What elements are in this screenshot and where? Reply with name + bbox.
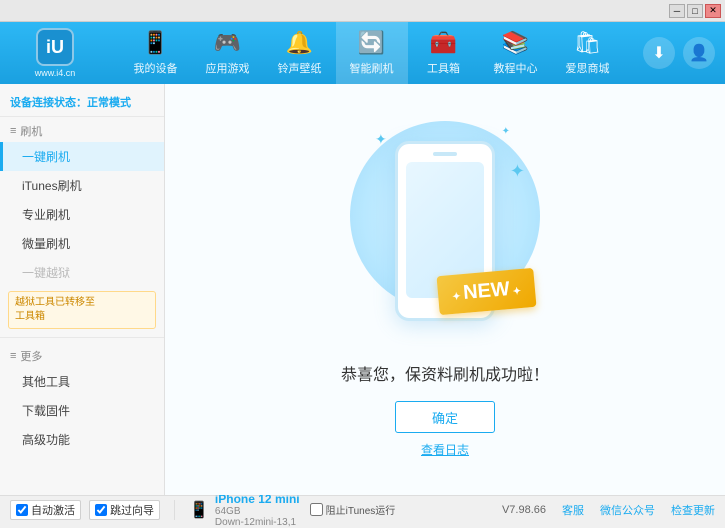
nav-item-shop[interactable]: 🛍 爱思商城 bbox=[552, 22, 624, 84]
section-flash-icon: ≡ bbox=[10, 125, 16, 137]
user-button[interactable]: 👤 bbox=[683, 37, 715, 69]
sidebar-item-itunes-flash[interactable]: iTunes刷机 bbox=[0, 171, 164, 200]
sidebar-item-advanced[interactable]: 高级功能 bbox=[0, 425, 164, 454]
nav-label-apps: 应用游戏 bbox=[206, 60, 250, 76]
nav-item-tutorials[interactable]: 📚 教程中心 bbox=[480, 22, 552, 84]
sidebar-divider bbox=[0, 337, 164, 338]
status-bar: 设备连接状态：正常模式 bbox=[0, 88, 164, 117]
sidebar: 设备连接状态：正常模式 ≡ 刷机 一键刷机 iTunes刷机 专业刷机 微量刷机… bbox=[0, 84, 165, 495]
shop-icon: 🛍 bbox=[574, 30, 602, 56]
device-storage: 64GB bbox=[215, 506, 300, 517]
logo-area: iU www.i4.cn bbox=[10, 28, 100, 78]
nav-label-flash: 智能刷机 bbox=[350, 60, 394, 76]
flash-icon: 🔄 bbox=[358, 30, 385, 56]
tutorials-icon: 📚 bbox=[502, 30, 529, 56]
title-bar: ─ □ ✕ bbox=[0, 0, 725, 22]
sparkle-2: ✦ bbox=[502, 126, 510, 137]
nav-label-tutorials: 教程中心 bbox=[494, 60, 538, 76]
sidebar-item-jailbreak: 一键越狱 bbox=[0, 258, 164, 287]
phone-illustration: ✦ ✦ ✦ NEW bbox=[345, 121, 545, 341]
nav-label-my-device: 我的设备 bbox=[134, 60, 178, 76]
nav-item-flash[interactable]: 🔄 智能刷机 bbox=[336, 22, 408, 84]
nav-item-tools[interactable]: 🧰 工具箱 bbox=[408, 22, 480, 84]
logo-icon: iU bbox=[36, 28, 74, 66]
section-more-label: 更多 bbox=[20, 348, 42, 364]
new-badge: NEW bbox=[436, 268, 536, 315]
sidebar-item-pro-flash[interactable]: 专业刷机 bbox=[0, 200, 164, 229]
status-value: 正常模式 bbox=[87, 97, 131, 109]
download-button[interactable]: ⬇ bbox=[643, 37, 675, 69]
close-button[interactable]: ✕ bbox=[705, 4, 721, 18]
update-link[interactable]: 检查更新 bbox=[671, 502, 715, 518]
confirm-button[interactable]: 确定 bbox=[395, 401, 495, 433]
apps-icon: 🎮 bbox=[214, 30, 241, 56]
user-icon: 👤 bbox=[689, 43, 709, 63]
tools-icon: 🧰 bbox=[430, 30, 457, 56]
sparkle-1: ✦ bbox=[375, 131, 387, 148]
device-model: Down-12mini-13,1 bbox=[215, 517, 300, 528]
section-flash: ≡ 刷机 bbox=[0, 117, 164, 142]
sidebar-item-other-tools[interactable]: 其他工具 bbox=[0, 367, 164, 396]
nav-label-ringtones: 铃声壁纸 bbox=[278, 60, 322, 76]
itunes-stop-checkbox[interactable] bbox=[310, 503, 323, 516]
device-info: iPhone 12 mini 64GB Down-12mini-13,1 bbox=[215, 492, 300, 528]
logo-text: www.i4.cn bbox=[35, 68, 76, 78]
my-device-icon: 📱 bbox=[142, 30, 169, 56]
section-more: ≡ 更多 bbox=[0, 342, 164, 367]
main-area: 设备连接状态：正常模式 ≡ 刷机 一键刷机 iTunes刷机 专业刷机 微量刷机… bbox=[0, 84, 725, 495]
nav-item-my-device[interactable]: 📱 我的设备 bbox=[120, 22, 192, 84]
sparkle-3: ✦ bbox=[510, 161, 525, 182]
auto-activate-checkbox[interactable]: 自动激活 bbox=[10, 500, 81, 520]
nav-label-shop: 爱思商城 bbox=[566, 60, 610, 76]
minimize-button[interactable]: ─ bbox=[669, 4, 685, 18]
phone-icon: 📱 bbox=[189, 500, 209, 520]
bottom-bar: 自动激活 跳过向导 📱 iPhone 12 mini 64GB Down-12m… bbox=[0, 495, 725, 523]
nav-label-tools: 工具箱 bbox=[427, 60, 460, 76]
service-link[interactable]: 客服 bbox=[562, 502, 584, 518]
skip-wizard-input[interactable] bbox=[95, 504, 107, 516]
nav-item-ringtones[interactable]: 🔔 铃声壁纸 bbox=[264, 22, 336, 84]
skip-wizard-label: 跳过向导 bbox=[110, 502, 154, 518]
section-more-icon: ≡ bbox=[10, 350, 16, 362]
device-row: 📱 iPhone 12 mini 64GB Down-12mini-13,1 bbox=[189, 492, 300, 528]
top-nav: iU www.i4.cn 📱 我的设备 🎮 应用游戏 🔔 铃声壁纸 🔄 智能刷机… bbox=[0, 22, 725, 84]
nav-items: 📱 我的设备 🎮 应用游戏 🔔 铃声壁纸 🔄 智能刷机 🧰 工具箱 📚 教程中心… bbox=[100, 22, 643, 84]
bottom-divider bbox=[174, 500, 175, 520]
download-icon: ⬇ bbox=[652, 43, 665, 63]
phone-speaker bbox=[433, 152, 457, 156]
status-label: 设备连接状态： bbox=[10, 97, 87, 109]
wechat-link[interactable]: 微信公众号 bbox=[600, 502, 655, 518]
nav-right: ⬇ 👤 bbox=[643, 37, 715, 69]
auto-activate-label: 自动激活 bbox=[31, 502, 75, 518]
section-flash-label: 刷机 bbox=[20, 123, 42, 139]
itunes-stop-area: 阻止iTunes运行 bbox=[310, 502, 396, 517]
sidebar-item-download-firmware[interactable]: 下载固件 bbox=[0, 396, 164, 425]
itunes-stop-label[interactable]: 阻止iTunes运行 bbox=[310, 502, 396, 517]
skip-wizard-checkbox[interactable]: 跳过向导 bbox=[89, 500, 160, 520]
bottom-right: V7.98.66 客服 微信公众号 检查更新 bbox=[502, 502, 715, 518]
nav-item-apps[interactable]: 🎮 应用游戏 bbox=[192, 22, 264, 84]
content-area: ✦ ✦ ✦ NEW 恭喜您，保资料刷机成功啦！ 确定 查看日志 bbox=[165, 84, 725, 495]
log-link[interactable]: 查看日志 bbox=[421, 441, 469, 458]
auto-activate-input[interactable] bbox=[16, 504, 28, 516]
sidebar-warning: 越狱工具已转移至 工具箱 bbox=[8, 291, 156, 329]
success-text: 恭喜您，保资料刷机成功啦！ bbox=[341, 361, 549, 385]
version-text: V7.98.66 bbox=[502, 504, 546, 516]
bottom-left: 自动激活 跳过向导 📱 iPhone 12 mini 64GB Down-12m… bbox=[10, 492, 300, 528]
ringtones-icon: 🔔 bbox=[286, 30, 313, 56]
maximize-button[interactable]: □ bbox=[687, 4, 703, 18]
sidebar-item-oneclick-flash[interactable]: 一键刷机 bbox=[0, 142, 164, 171]
sidebar-item-micro-flash[interactable]: 微量刷机 bbox=[0, 229, 164, 258]
